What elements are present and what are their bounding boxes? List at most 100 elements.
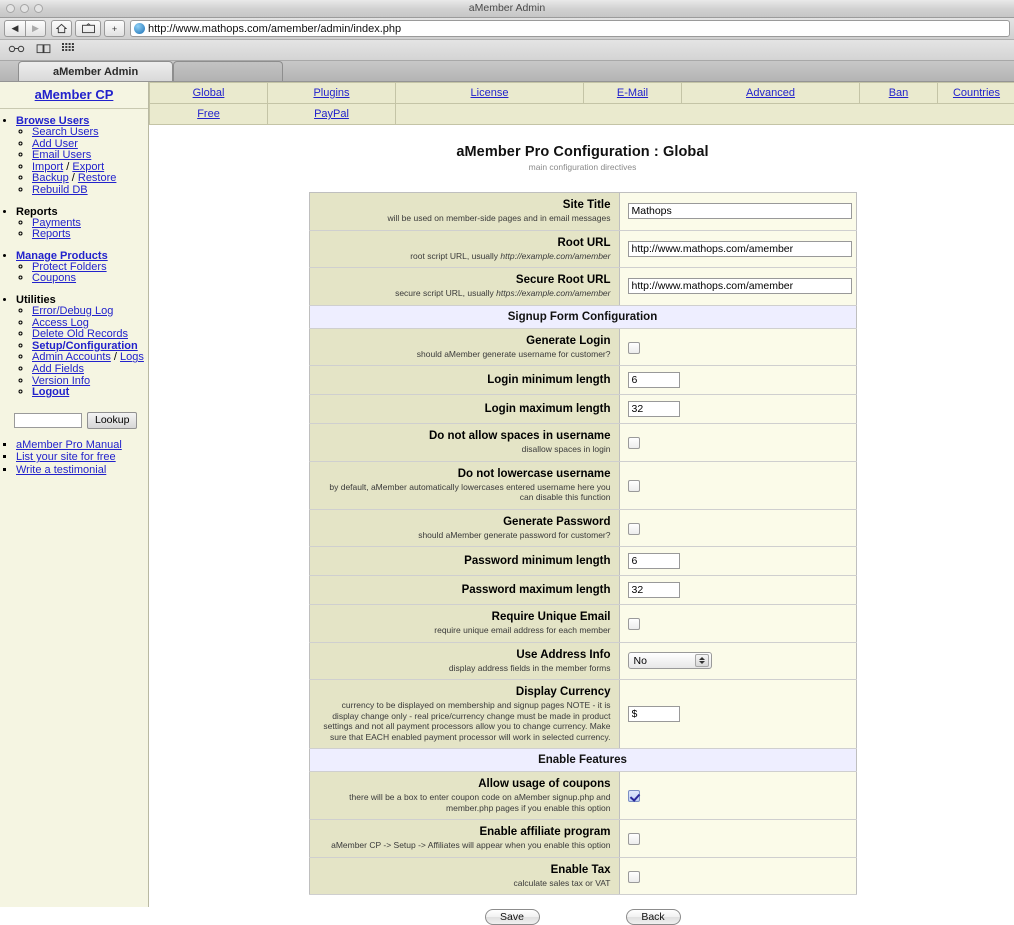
minimize-window-icon[interactable] [20,4,29,13]
use-address-info-select[interactable]: No [628,652,712,669]
generate-login-checkbox[interactable] [628,342,640,354]
window-titlebar: aMember Admin [0,0,1014,18]
sidebar-link-amember-pro-manual[interactable]: aMember Pro Manual [16,439,122,451]
zoom-window-icon[interactable] [34,4,43,13]
tab-row2-filler [396,104,1014,125]
table-row: Root URL root script URL, usually http:/… [309,230,856,268]
sidebar-item-logout[interactable]: Logout [32,386,69,398]
tab-plugins-link[interactable]: Plugins [313,87,349,99]
sidebar-item-protect-folders[interactable]: Protect Folders [32,261,107,273]
forward-arrow-icon[interactable]: ▶ [25,20,46,37]
sidebar-item-add-fields[interactable]: Add Fields [32,363,84,375]
field-description: root script URL, usually http://example.… [320,251,611,262]
lookup-input[interactable] [14,413,82,428]
tab-license-link[interactable]: License [471,87,509,99]
sidebar-title[interactable]: aMember CP [0,82,148,109]
sidebar-item-error-debug-log[interactable]: Error/Debug Log [32,305,113,317]
sidebar-item-version-info[interactable]: Version Info [32,375,90,387]
sidebar-item-restore[interactable]: Restore [78,172,117,184]
tab-license[interactable]: License [396,83,584,104]
sidebar-item-coupons[interactable]: Coupons [32,272,76,284]
field-label-allow-usage-of-coupons: Allow usage of coupons there will be a b… [309,772,619,820]
sidebar-item-logs[interactable]: Logs [120,351,144,363]
book-icon[interactable] [36,43,51,57]
config-nav-tabs: Global Plugins License E-Mail Advanced B… [149,82,1014,125]
chevron-updown-icon[interactable] [695,654,709,667]
tab-free[interactable]: Free [150,104,268,125]
address-bar[interactable]: http://www.mathops.com/amember/admin/ind… [130,20,1010,37]
sidebar-link-list-your-site-for-free[interactable]: List your site for free [16,451,116,463]
sidebar-item-rebuild-db[interactable]: Rebuild DB [32,184,88,196]
tab-email[interactable]: E-Mail [584,83,682,104]
do-not-lowercase-username-checkbox[interactable] [628,480,640,492]
secure-root-url-input[interactable] [628,278,852,294]
sidebar-item-payments[interactable]: Payments [32,217,81,229]
grid-icon[interactable] [62,43,74,57]
root-url-input[interactable] [628,241,852,257]
home-icon[interactable] [51,20,72,37]
sidebar-nav: Browse Users Search Users Add User Email… [0,109,148,399]
login-minimum-length-input[interactable] [628,372,680,388]
tab-ban-link[interactable]: Ban [889,87,909,99]
browser-tab-empty[interactable] [173,61,283,81]
field-value-generate-login [619,328,856,366]
field-value-allow-usage-of-coupons [619,772,856,820]
tab-countries[interactable]: Countries [938,83,1014,104]
sidebar-item-search-users[interactable]: Search Users [32,126,99,138]
tab-advanced-link[interactable]: Advanced [746,87,795,99]
sidebar-item-delete-old-records[interactable]: Delete Old Records [32,328,128,340]
site-title-input[interactable] [628,203,852,219]
sidebar-item-reports[interactable]: Reports [32,228,71,240]
browser-tab-amember-admin[interactable]: aMember Admin [18,61,173,81]
sidebar-link-write-a-testimonial[interactable]: Write a testimonial [16,464,106,476]
sidebar-item-add-user[interactable]: Add User [32,138,78,150]
main-content: Global Plugins License E-Mail Advanced B… [149,82,1014,907]
tab-global-link[interactable]: Global [193,87,225,99]
enable-tax-checkbox[interactable] [628,871,640,883]
address-bar-url: http://www.mathops.com/amember/admin/ind… [148,23,401,35]
field-title: Secure Root URL [320,274,611,287]
bookmarks-icon[interactable] [75,20,101,37]
password-minimum-length-input[interactable] [628,553,680,569]
sidebar-item-access-log[interactable]: Access Log [32,317,89,329]
tab-paypal-link[interactable]: PayPal [314,108,349,120]
sidebar-item-setup-configuration[interactable]: Setup/Configuration [32,340,138,352]
tab-paypal[interactable]: PayPal [268,104,396,125]
tab-email-link[interactable]: E-Mail [617,87,648,99]
password-maximum-length-input[interactable] [628,582,680,598]
display-currency-input[interactable] [628,706,680,722]
field-description: secure script URL, usually https://examp… [320,288,611,299]
require-unique-email-checkbox[interactable] [628,618,640,630]
back-arrow-icon[interactable]: ◀ [4,20,25,37]
tab-advanced[interactable]: Advanced [682,83,860,104]
sidebar-item-export[interactable]: Export [72,161,104,173]
tab-ban[interactable]: Ban [860,83,938,104]
lookup-button[interactable]: Lookup [87,412,137,429]
list-item: Logout [32,387,148,399]
table-row: Display Currency currency to be displaye… [309,680,856,749]
back-button[interactable]: Back [626,909,681,925]
tab-plugins[interactable]: Plugins [268,83,396,104]
sidebar-item-import[interactable]: Import [32,161,63,173]
tab-free-link[interactable]: Free [197,108,220,120]
sidebar-item-email-users[interactable]: Email Users [32,149,91,161]
separator: / [111,351,120,363]
page-title: aMember Pro Configuration : Global [149,144,1014,160]
enable-affiliate-program-checkbox[interactable] [628,833,640,845]
tab-countries-link[interactable]: Countries [953,87,1000,99]
new-tab-button[interactable]: + [104,20,125,37]
allow-usage-of-coupons-checkbox[interactable] [628,790,640,802]
field-description-prefix: secure script URL, usually [395,288,496,298]
close-window-icon[interactable] [6,4,15,13]
glasses-icon[interactable] [8,44,25,56]
tab-global[interactable]: Global [150,83,268,104]
generate-password-checkbox[interactable] [628,523,640,535]
do-not-allow-spaces-checkbox[interactable] [628,437,640,449]
sidebar-item-backup[interactable]: Backup [32,172,69,184]
window-traffic-lights[interactable] [6,4,43,13]
login-maximum-length-input[interactable] [628,401,680,417]
sidebar-item-admin-accounts[interactable]: Admin Accounts [32,351,111,363]
field-label-generate-password: Generate Password should aMember generat… [309,509,619,547]
save-button[interactable]: Save [485,909,540,925]
field-value-enable-tax [619,857,856,895]
